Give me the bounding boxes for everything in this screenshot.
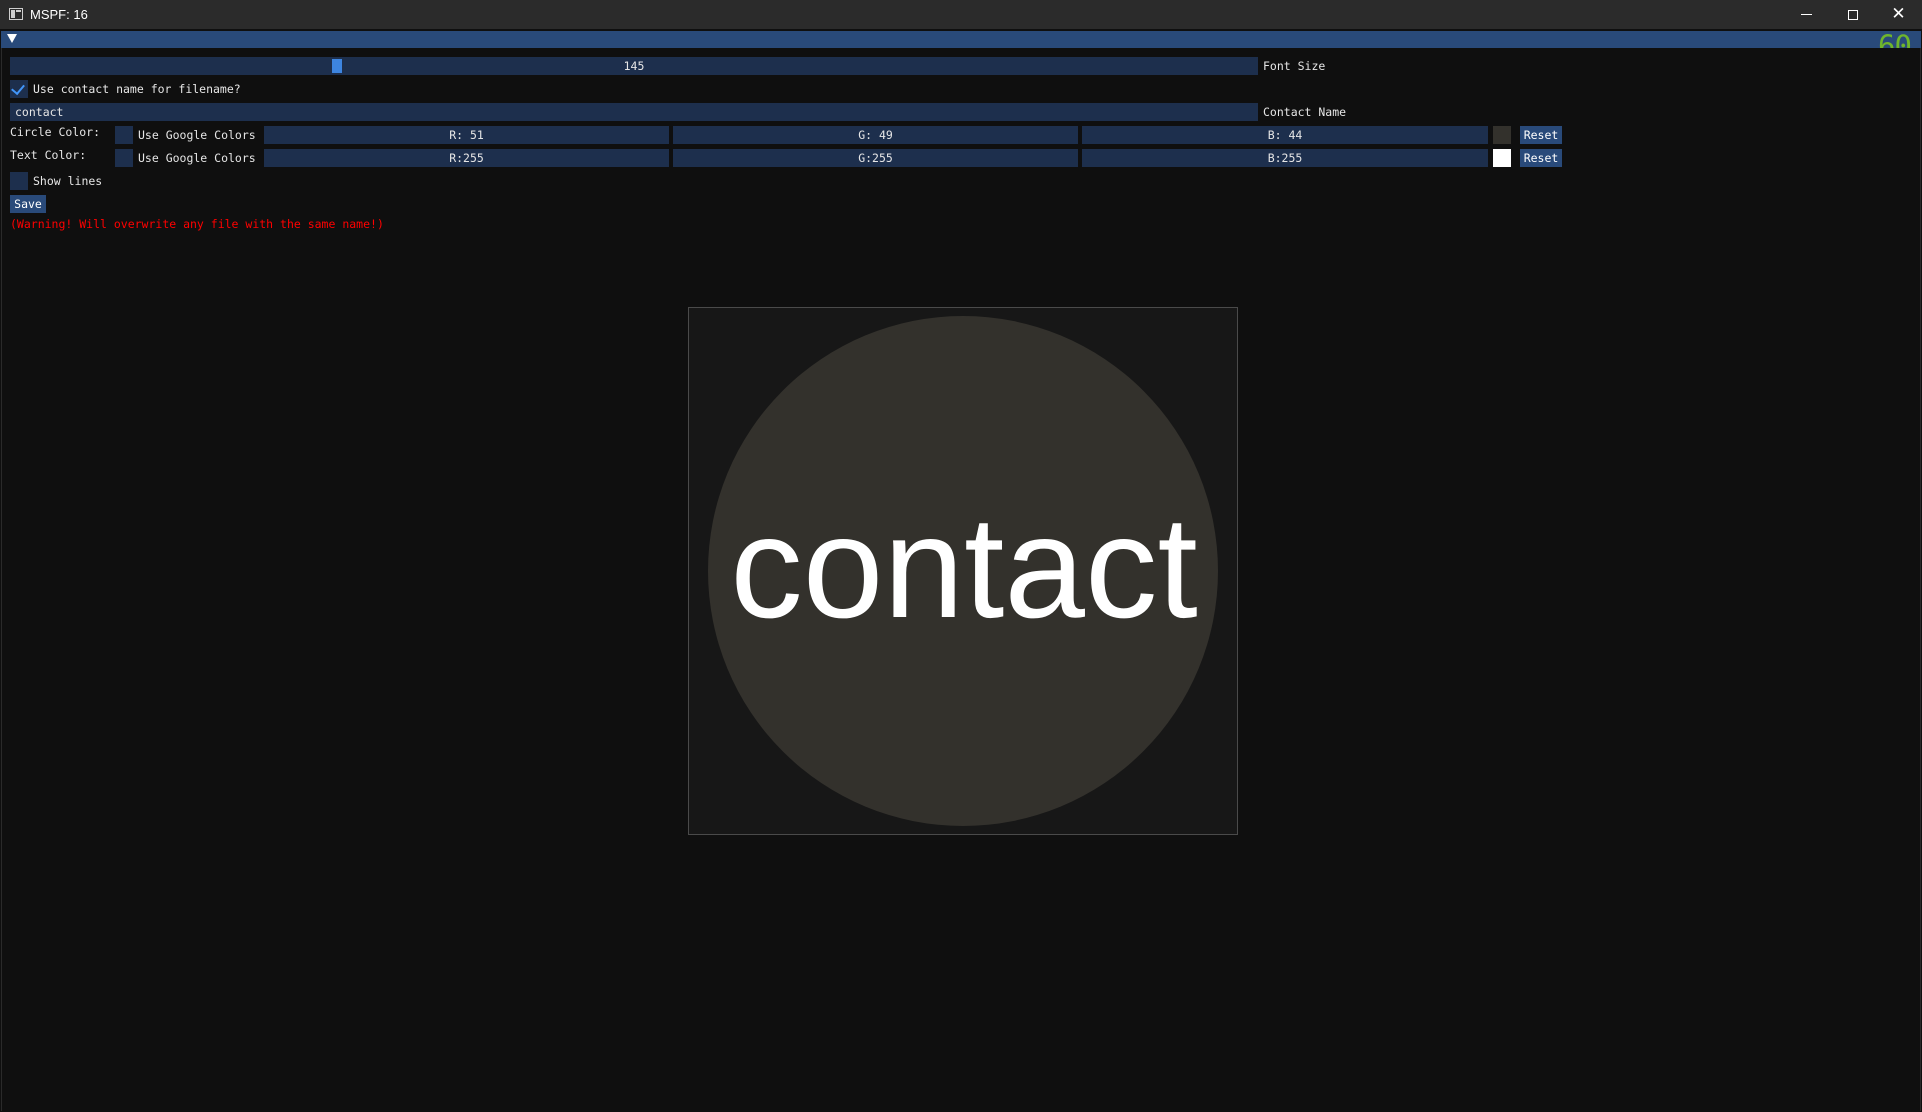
circle-r-value: R: 51 bbox=[449, 128, 484, 142]
contact-name-value: contact bbox=[15, 105, 64, 119]
circle-color-reset-button[interactable]: Reset bbox=[1520, 126, 1562, 144]
circle-color-swatch[interactable] bbox=[1493, 126, 1511, 144]
circle-google-colors-label: Use Google Colors bbox=[138, 128, 256, 142]
text-google-colors-checkbox[interactable] bbox=[115, 149, 133, 167]
circle-color-label: Circle Color: bbox=[10, 125, 101, 139]
imgui-window-titlebar[interactable] bbox=[1, 31, 1921, 48]
text-color-g-slider[interactable]: G:255 bbox=[673, 149, 1078, 167]
circle-g-value: G: 49 bbox=[858, 128, 893, 142]
checkmark-icon bbox=[11, 80, 25, 96]
text-color-b-slider[interactable]: B:255 bbox=[1082, 149, 1488, 167]
text-color-swatch[interactable] bbox=[1493, 149, 1511, 167]
circle-color-g-slider[interactable]: G: 49 bbox=[673, 126, 1078, 144]
contact-name-label: Contact Name bbox=[1263, 105, 1347, 119]
text-b-value: B:255 bbox=[1267, 151, 1303, 165]
use-contact-name-checkbox[interactable] bbox=[10, 80, 28, 98]
font-size-slider[interactable]: 145 bbox=[10, 57, 1258, 75]
circle-google-colors-checkbox[interactable] bbox=[115, 126, 133, 144]
font-size-label: Font Size bbox=[1263, 59, 1326, 73]
slider-grab[interactable] bbox=[332, 59, 342, 73]
close-button[interactable]: ✕ bbox=[1876, 0, 1921, 29]
overwrite-warning: (Warning! Will overwrite any file with t… bbox=[10, 217, 384, 231]
circle-color-b-slider[interactable]: B: 44 bbox=[1082, 126, 1488, 144]
text-color-r-slider[interactable]: R:255 bbox=[264, 149, 669, 167]
maximize-button[interactable] bbox=[1830, 0, 1875, 29]
maximize-icon bbox=[1847, 9, 1858, 20]
collapse-arrow-icon[interactable] bbox=[7, 34, 17, 43]
imgui-window-body: 145 Font Size Use contact name for filen… bbox=[1, 48, 1921, 1111]
save-button[interactable]: Save bbox=[10, 195, 46, 213]
font-size-value: 145 bbox=[623, 59, 645, 73]
minimize-icon bbox=[1801, 14, 1812, 15]
use-contact-name-label: Use contact name for filename? bbox=[33, 82, 241, 96]
circle-color-r-slider[interactable]: R: 51 bbox=[264, 126, 669, 144]
contact-name-input[interactable]: contact bbox=[10, 103, 1258, 121]
close-icon: ✕ bbox=[1891, 4, 1906, 24]
preview-text: contact bbox=[730, 485, 1198, 648]
show-lines-label: Show lines bbox=[33, 174, 103, 188]
text-g-value: G:255 bbox=[858, 151, 893, 165]
circle-b-value: B: 44 bbox=[1267, 128, 1303, 142]
minimize-button[interactable] bbox=[1784, 0, 1829, 29]
os-title-bar: MSPF: 16 ✕ bbox=[0, 0, 1922, 29]
app-icon bbox=[9, 8, 23, 20]
preview-canvas: contact bbox=[688, 307, 1238, 835]
text-r-value: R:255 bbox=[449, 151, 484, 165]
text-color-reset-button[interactable]: Reset bbox=[1520, 149, 1562, 167]
text-color-label: Text Color: bbox=[10, 148, 87, 162]
show-lines-checkbox[interactable] bbox=[10, 172, 28, 190]
window-title: MSPF: 16 bbox=[30, 7, 88, 22]
text-google-colors-label: Use Google Colors bbox=[138, 151, 256, 165]
